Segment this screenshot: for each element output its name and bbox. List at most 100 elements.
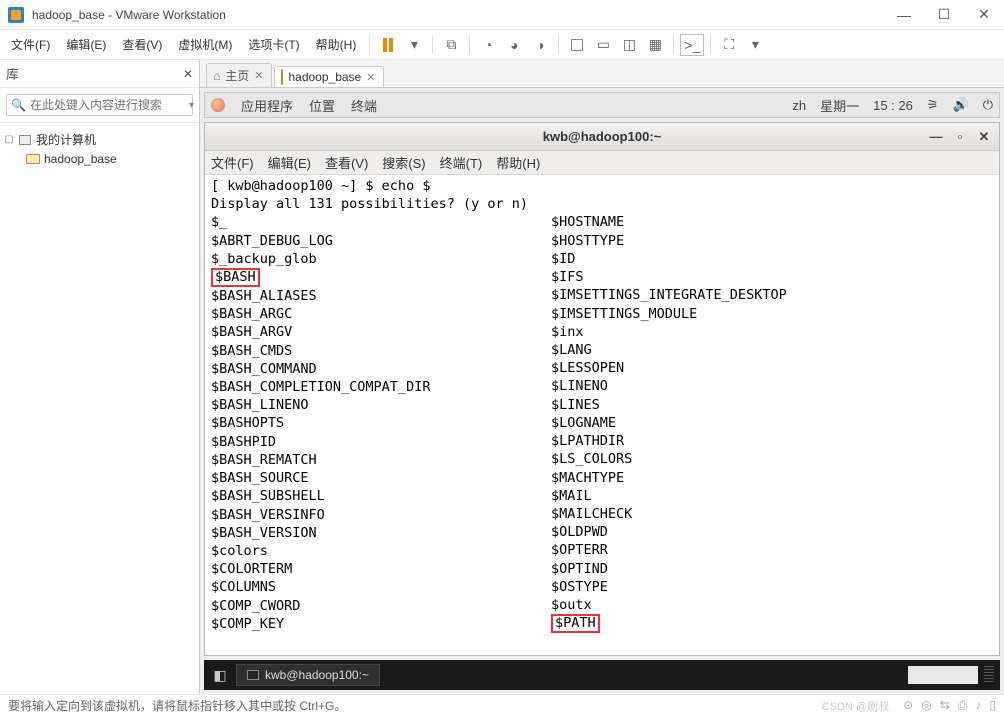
var: $MACHTYPE [551, 470, 624, 486]
device-usb-icon[interactable]: ▯ [989, 698, 996, 714]
term-minimize-button[interactable]: — [925, 128, 947, 146]
status-hint: 要将输入定向到该虚拟机，请将鼠标指针移入其中或按 Ctrl+G。 [8, 697, 346, 714]
pause-button[interactable] [376, 34, 400, 56]
menu-file[interactable]: 文件(F) [4, 32, 57, 57]
var: $BASH_REMATCH [211, 452, 317, 468]
gnome-apps[interactable]: 应用程序 [241, 96, 293, 115]
var: $COMP_KEY [211, 616, 284, 632]
power-icon[interactable]: ⏻ [983, 97, 993, 113]
console-button[interactable]: >_ [680, 34, 704, 56]
device-printer-icon[interactable]: ⎙ [958, 698, 968, 714]
menu-tabs[interactable]: 选项卡(T) [241, 32, 306, 57]
library-search[interactable]: 🔍 ▾ [6, 94, 193, 116]
taskbar-app-terminal[interactable]: kwb@hadoop100:~ [236, 664, 380, 686]
status-bar: 要将输入定向到该虚拟机，请将鼠标指针移入其中或按 Ctrl+G。 CSDN @刷… [0, 694, 1004, 716]
term-menu-terminal[interactable]: 终端(T) [440, 153, 483, 172]
var-bash-highlight: $BASH [211, 268, 260, 287]
device-sound-icon[interactable]: ♪ [975, 698, 981, 714]
var: $BASH_SUBSHELL [211, 488, 325, 504]
gnome-places[interactable]: 位置 [309, 96, 335, 115]
fullscreen-dropdown[interactable]: ▾ [743, 34, 767, 56]
var: $MAILCHECK [551, 506, 632, 522]
term-maximize-button[interactable]: ▫ [949, 128, 971, 146]
search-icon: 🔍 [11, 98, 26, 112]
snapshot-manage-button[interactable]: ◑ [528, 34, 552, 56]
network-icon[interactable]: ⚞ [927, 97, 939, 113]
device-net-icon[interactable]: ⇆ [940, 698, 950, 714]
tab-vm[interactable]: hadoop_base ✕ [274, 66, 384, 87]
window-title: hadoop_base - VMware Workstation [32, 8, 884, 22]
var: $LESSOPEN [551, 360, 624, 376]
view-unity-button[interactable]: ◫ [617, 34, 641, 56]
snapshot-revert-button[interactable]: ◕ [502, 34, 526, 56]
send-button[interactable]: ⧉ [439, 34, 463, 56]
terminal-output[interactable]: [ kwb@hadoop100 ~] $ echo $ Display all … [205, 175, 999, 655]
maximize-button[interactable]: ☐ [924, 0, 964, 30]
menu-view[interactable]: 查看(V) [115, 32, 169, 57]
snapshot-take-button[interactable]: ◔ [476, 34, 500, 56]
term-close-button[interactable]: ✕ [973, 128, 995, 146]
main-menubar: 文件(F) 编辑(E) 查看(V) 虚拟机(M) 选项卡(T) 帮助(H) ▾ … [0, 30, 1004, 60]
term-menu-file[interactable]: 文件(F) [211, 153, 254, 172]
var: $COLUMNS [211, 579, 276, 595]
library-panel: 库 ✕ 🔍 ▾ ▢ 我的计算机 hadoop_base [0, 60, 200, 694]
term-menu-view[interactable]: 查看(V) [325, 153, 368, 172]
var: $_ [211, 214, 227, 230]
power-dropdown[interactable]: ▾ [402, 34, 426, 56]
var: $IMSETTINGS_INTEGRATE_DESKTOP [551, 287, 787, 303]
var: $colors [211, 543, 268, 559]
var: $LS_COLORS [551, 451, 632, 467]
menu-edit[interactable]: 编辑(E) [59, 32, 113, 57]
var: $BASH_COMMAND [211, 361, 317, 377]
var: $MAIL [551, 488, 592, 504]
vmware-logo-icon [8, 7, 24, 23]
var: $IMSETTINGS_MODULE [551, 306, 697, 322]
view-grid-button[interactable]: ▦ [643, 34, 667, 56]
var: $LOGNAME [551, 415, 616, 431]
term-menu-edit[interactable]: 编辑(E) [268, 153, 311, 172]
tree-root[interactable]: ▢ 我的计算机 [4, 129, 195, 150]
var: $ABRT_DEBUG_LOG [211, 233, 333, 249]
var: $BASH_COMPLETION_COMPAT_DIR [211, 379, 430, 395]
tab-home-close[interactable]: ✕ [254, 69, 263, 82]
gnome-terminal[interactable]: 终端 [351, 96, 377, 115]
volume-icon[interactable]: 🔊 [953, 97, 969, 113]
menu-help[interactable]: 帮助(H) [309, 32, 364, 57]
library-close-button[interactable]: ✕ [183, 67, 193, 81]
terminal-icon [247, 670, 259, 680]
var: $inx [551, 324, 584, 340]
tree-item-hadoop-base[interactable]: hadoop_base [4, 150, 195, 168]
term-menu-search[interactable]: 搜索(S) [382, 153, 425, 172]
menu-vm[interactable]: 虚拟机(M) [171, 32, 239, 57]
gnome-lang[interactable]: zh [792, 98, 806, 113]
device-cd-icon[interactable]: ◎ [921, 698, 931, 714]
var: $_backup_glob [211, 251, 317, 267]
tab-home-label: 主页 [225, 67, 249, 84]
var: $outx [551, 597, 592, 613]
device-disk-icon[interactable]: ⊙ [903, 698, 913, 714]
search-input[interactable] [30, 98, 185, 112]
taskbar-start-icon[interactable]: ◧ [210, 665, 230, 685]
var: $BASH_CMDS [211, 343, 292, 359]
fullscreen-button[interactable]: ⛶ [717, 34, 741, 56]
tab-vm-close[interactable]: ✕ [366, 71, 375, 84]
view-split-button[interactable]: ▭ [591, 34, 615, 56]
search-dropdown-icon[interactable]: ▾ [189, 100, 194, 111]
terminal-titlebar: kwb@hadoop100:~ — ▫ ✕ [205, 123, 999, 151]
vm-console[interactable]: 应用程序 位置 终端 zh 星期一 15 : 26 ⚞ 🔊 ⏻ kwb@hado… [200, 88, 1004, 694]
terminal-window: kwb@hadoop100:~ — ▫ ✕ 文件(F) 编辑(E) 查看(V) … [204, 122, 1000, 656]
gnome-day: 星期一 [820, 96, 859, 115]
tab-home[interactable]: ⌂ 主页 ✕ [206, 63, 272, 87]
var: $BASHOPTS [211, 415, 284, 431]
term-menu-help[interactable]: 帮助(H) [496, 153, 540, 172]
var: $BASH_VERSINFO [211, 507, 325, 523]
taskbar-tray[interactable] [908, 666, 978, 684]
view-single-button[interactable] [565, 34, 589, 56]
gnome-time: 15 : 26 [873, 98, 913, 113]
vm-icon [26, 152, 40, 166]
close-button[interactable]: ✕ [964, 0, 1004, 30]
library-tree: ▢ 我的计算机 hadoop_base [0, 123, 199, 174]
var: $OPTIND [551, 561, 608, 577]
collapse-icon[interactable]: ▢ [4, 134, 14, 145]
minimize-button[interactable]: — [884, 0, 924, 30]
